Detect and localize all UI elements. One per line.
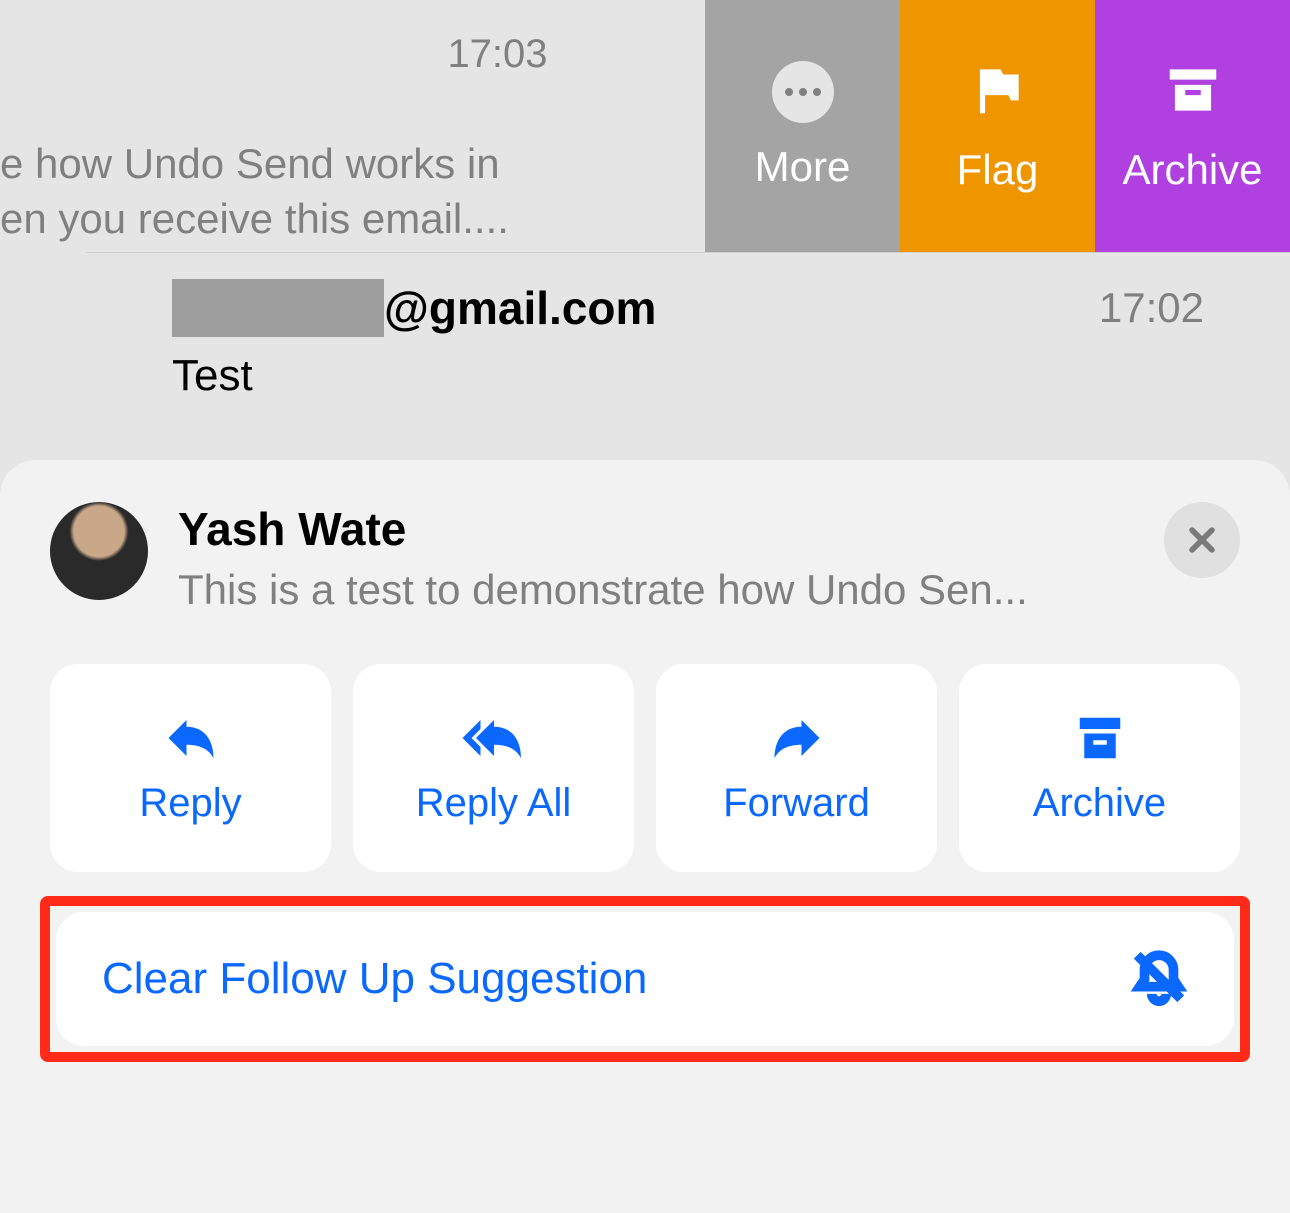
swipe-archive-button[interactable]: Archive: [1095, 0, 1290, 252]
clear-followup-highlight: Clear Follow Up Suggestion: [40, 896, 1250, 1062]
email-preview-line1: e how Undo Send works in: [0, 137, 705, 192]
swiped-email-row: 17:03 e how Undo Send works in en you re…: [0, 0, 1290, 252]
swipe-archive-label: Archive: [1122, 146, 1262, 194]
reply-icon: [159, 711, 223, 765]
email-list-item[interactable]: @gmail.com 17:02 Test: [86, 252, 1290, 471]
swipe-flag-button[interactable]: Flag: [900, 0, 1095, 252]
swipe-actions: More Flag Archive: [705, 0, 1290, 252]
avatar: [50, 502, 148, 600]
close-icon: [1185, 523, 1219, 557]
sheet-sender-name: Yash Wate: [178, 502, 1134, 556]
archive-label: Archive: [1033, 781, 1166, 826]
redacted-sender: [172, 279, 384, 337]
email-preview-line2: en you receive this email....: [0, 192, 705, 247]
swipe-more-button[interactable]: More: [705, 0, 900, 252]
email-preview-swiped[interactable]: 17:03 e how Undo Send works in en you re…: [0, 0, 705, 252]
flag-icon: [967, 59, 1029, 126]
forward-button[interactable]: Forward: [656, 664, 937, 872]
forward-label: Forward: [723, 781, 870, 826]
forward-icon: [765, 711, 829, 765]
archive-action-icon: [1068, 711, 1132, 765]
action-sheet: Yash Wate This is a test to demonstrate …: [0, 460, 1290, 1213]
sheet-snippet: This is a test to demonstrate how Undo S…: [178, 566, 1134, 614]
close-button[interactable]: [1164, 502, 1240, 578]
sender-email: @gmail.com: [172, 279, 656, 337]
reply-all-button[interactable]: Reply All: [353, 664, 634, 872]
email-subject: Test: [172, 351, 1204, 401]
reply-label: Reply: [139, 781, 241, 826]
email-time: 17:02: [1099, 284, 1204, 332]
reply-button[interactable]: Reply: [50, 664, 331, 872]
reply-all-icon: [462, 711, 526, 765]
reply-all-label: Reply All: [416, 781, 572, 826]
bell-slash-icon: [1130, 948, 1188, 1011]
action-buttons-row: Reply Reply All Forward Archive: [50, 664, 1240, 872]
swipe-more-label: More: [755, 143, 851, 191]
clear-followup-button[interactable]: Clear Follow Up Suggestion: [56, 912, 1234, 1046]
email-time-top: 17:03: [290, 32, 705, 77]
archive-icon: [1162, 59, 1224, 126]
sender-domain: @gmail.com: [384, 281, 656, 335]
archive-button[interactable]: Archive: [959, 664, 1240, 872]
more-icon: [772, 61, 834, 123]
clear-followup-label: Clear Follow Up Suggestion: [102, 954, 647, 1004]
swipe-flag-label: Flag: [957, 146, 1039, 194]
